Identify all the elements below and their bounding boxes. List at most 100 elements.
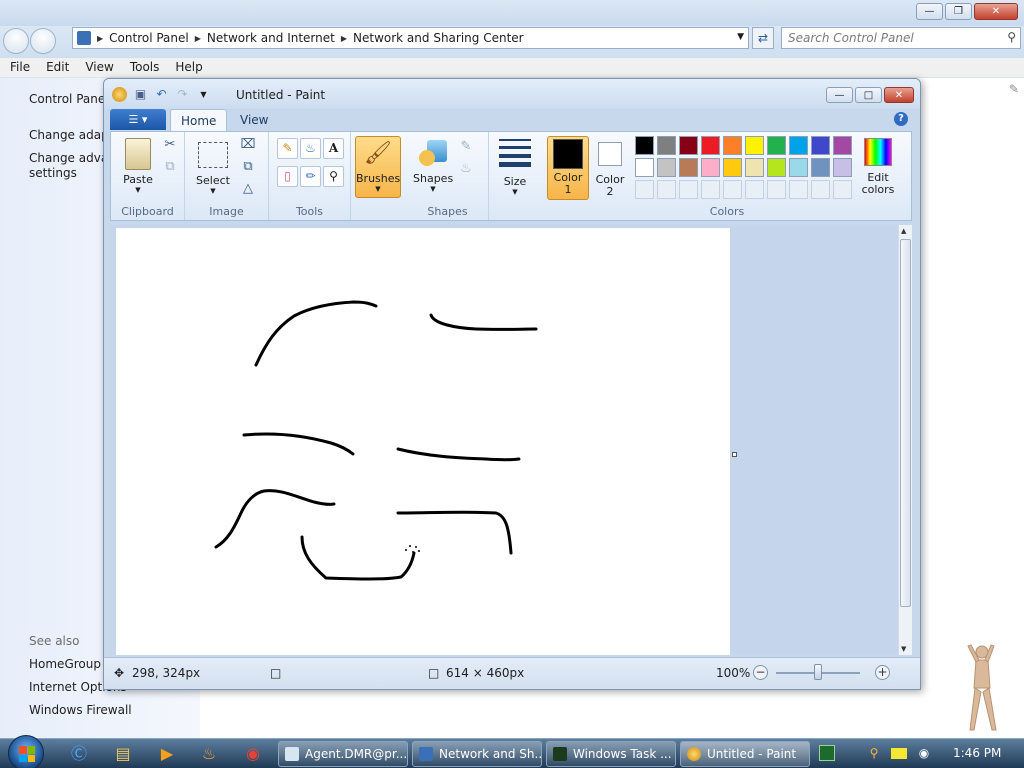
palette-swatch[interactable] <box>745 136 764 155</box>
menu-file[interactable]: File <box>0 58 36 77</box>
rotate-icon[interactable]: △ <box>239 180 257 198</box>
eraser-icon[interactable]: ▯ <box>277 166 298 187</box>
resize-icon[interactable]: ⧉ <box>239 158 257 176</box>
sidebar-link-settings[interactable]: settings <box>29 166 77 180</box>
paint-maximize-button[interactable]: □ <box>855 87 882 103</box>
taskbar-button-network[interactable]: Network and Sh... <box>412 741 542 767</box>
drawing-canvas[interactable] <box>116 228 730 655</box>
taskbar-button-task-manager[interactable]: Windows Task ... <box>546 741 676 767</box>
menu-tools[interactable]: Tools <box>120 58 166 77</box>
crop-icon[interactable]: ⌧ <box>239 136 257 154</box>
paint-menu-button[interactable]: ☰ ▾ <box>110 109 166 130</box>
tab-home[interactable]: Home <box>170 109 228 131</box>
paste-button[interactable]: Paste ▼ <box>119 136 157 194</box>
scroll-up-icon[interactable]: ▲ <box>901 227 906 235</box>
volume-tray-icon[interactable]: ◉ <box>916 745 932 761</box>
menu-help[interactable]: Help <box>165 58 208 77</box>
internet-explorer-icon[interactable]: Ⓒ <box>64 742 94 766</box>
breadcrumb-item[interactable]: Network and Sharing Center <box>349 31 528 45</box>
palette-swatch[interactable] <box>679 136 698 155</box>
taskbar-button-paint[interactable]: Untitled - Paint <box>680 741 810 767</box>
copy-icon[interactable]: ⧉ <box>161 158 179 176</box>
palette-swatch[interactable] <box>723 158 742 177</box>
palette-swatch[interactable] <box>833 136 852 155</box>
palette-swatch[interactable] <box>767 158 786 177</box>
palette-swatch[interactable] <box>635 136 654 155</box>
search-icon[interactable]: ⚲ <box>1007 30 1016 44</box>
media-player-icon[interactable]: ▶ <box>152 742 182 766</box>
menu-view[interactable]: View <box>75 58 119 77</box>
paint-pinned-icon[interactable]: ♨ <box>194 742 224 766</box>
palette-swatch[interactable] <box>745 158 764 177</box>
brushes-button[interactable]: 🖌 Brushes ▼ <box>355 136 401 198</box>
palette-swatch[interactable] <box>767 136 786 155</box>
palette-swatch[interactable] <box>723 136 742 155</box>
close-button[interactable]: ✕ <box>974 3 1018 20</box>
performance-tray-icon[interactable] <box>819 745 835 761</box>
shape-fill-icon[interactable]: ♨ <box>457 160 475 178</box>
custom-color-slot[interactable] <box>833 180 852 199</box>
custom-color-slot[interactable] <box>701 180 720 199</box>
custom-color-slot[interactable] <box>679 180 698 199</box>
custom-color-slot[interactable] <box>723 180 742 199</box>
custom-color-slot[interactable] <box>635 180 654 199</box>
edit-colors-button[interactable]: Edit colors <box>853 136 903 196</box>
paint-minimize-button[interactable]: — <box>826 87 853 103</box>
start-button[interactable] <box>8 735 44 768</box>
text-icon[interactable]: A <box>323 138 344 159</box>
search-tray-icon[interactable]: ⚲ <box>866 745 882 761</box>
zoom-in-button[interactable]: + <box>875 665 890 680</box>
refresh-button[interactable]: ⇄ <box>752 27 774 49</box>
redo-icon[interactable]: ↷ <box>175 87 190 102</box>
color-picker-icon[interactable]: ✏ <box>300 166 321 187</box>
flag-tray-icon[interactable] <box>891 748 907 759</box>
shapes-button[interactable]: Shapes ▼ <box>413 136 453 193</box>
chevron-down-icon[interactable]: ▼ <box>737 32 744 42</box>
custom-color-slot[interactable] <box>789 180 808 199</box>
palette-swatch[interactable] <box>789 158 808 177</box>
forward-button[interactable] <box>30 28 56 54</box>
vertical-scrollbar[interactable]: ▲ ▼ <box>898 225 912 655</box>
canvas-resize-handle[interactable] <box>732 452 737 457</box>
sidebar-link-change-adapter[interactable]: Change adapt <box>29 128 113 142</box>
palette-swatch[interactable] <box>657 158 676 177</box>
back-button[interactable] <box>3 28 29 54</box>
sidebar-link-homegroup[interactable]: HomeGroup <box>29 657 101 671</box>
address-bar[interactable]: ▶ Control Panel ▶ Network and Internet ▶… <box>72 27 749 49</box>
zoom-out-button[interactable]: − <box>753 665 768 680</box>
scroll-down-icon[interactable]: ▼ <box>901 645 906 653</box>
palette-swatch[interactable] <box>657 136 676 155</box>
paint-close-button[interactable]: ✕ <box>884 87 914 103</box>
palette-swatch[interactable] <box>811 136 830 155</box>
select-button[interactable]: Select ▼ <box>193 136 233 195</box>
zoom-slider-thumb[interactable] <box>814 664 822 680</box>
cut-icon[interactable]: ✂ <box>161 136 179 154</box>
magnifier-icon[interactable]: ⚲ <box>323 166 344 187</box>
paint-app-icon[interactable] <box>112 87 127 102</box>
breadcrumb-item[interactable]: Control Panel <box>105 31 193 45</box>
palette-swatch[interactable] <box>811 158 830 177</box>
taskbar-button-agent[interactable]: Agent.DMR@pr... <box>278 741 408 767</box>
undo-icon[interactable]: ↶ <box>154 87 169 102</box>
outline-icon[interactable]: ✎ <box>457 138 475 156</box>
breadcrumb-item[interactable]: Network and Internet <box>203 31 339 45</box>
customize-toolbar-icon[interactable]: ▼ <box>196 87 211 102</box>
palette-swatch[interactable] <box>833 158 852 177</box>
palette-swatch[interactable] <box>701 136 720 155</box>
search-input[interactable]: Search Control Panel ⚲ <box>781 27 1021 49</box>
fill-icon[interactable]: ♨ <box>300 138 321 159</box>
taskbar-clock[interactable]: 1:46 PM <box>953 746 1001 760</box>
palette-swatch[interactable] <box>701 158 720 177</box>
palette-swatch[interactable] <box>679 158 698 177</box>
palette-swatch[interactable] <box>635 158 654 177</box>
palette-swatch[interactable] <box>789 136 808 155</box>
color2-button[interactable]: Color 2 <box>593 136 627 198</box>
tab-view[interactable]: View <box>230 109 278 131</box>
menu-edit[interactable]: Edit <box>36 58 75 77</box>
sidebar-link-change-advanced[interactable]: Change advar <box>29 151 113 165</box>
help-icon[interactable]: ? <box>894 112 908 126</box>
size-button[interactable]: Size ▼ <box>495 136 535 196</box>
save-icon[interactable]: ▣ <box>133 87 148 102</box>
color1-button[interactable]: Color 1 <box>547 136 589 200</box>
file-explorer-icon[interactable]: ▤ <box>108 742 138 766</box>
